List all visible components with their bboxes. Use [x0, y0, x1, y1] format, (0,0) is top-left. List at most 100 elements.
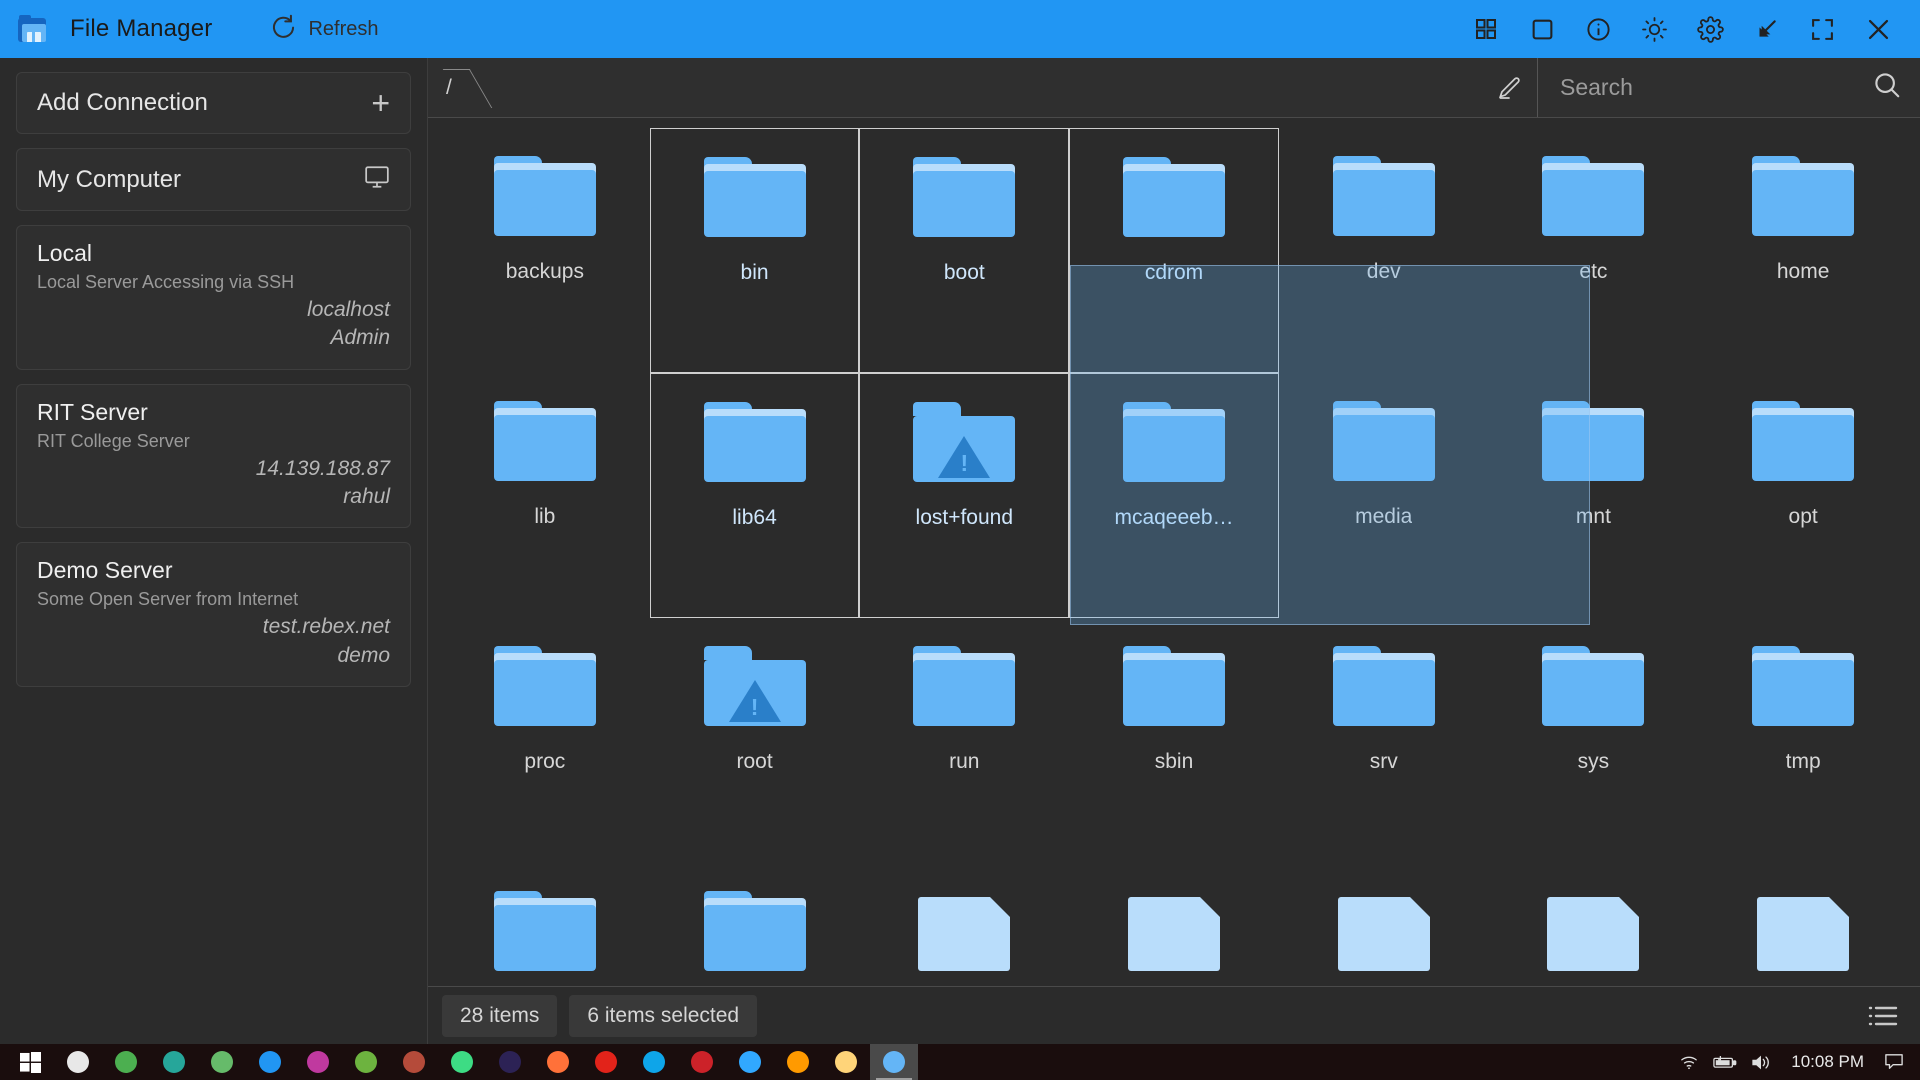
list-view-icon[interactable] [1860, 996, 1906, 1036]
file-grid-item[interactable]: home [1698, 128, 1908, 373]
connection-name: Local [37, 240, 390, 267]
file-grid-item[interactable]: !root [650, 618, 860, 863]
folder-icon [1752, 401, 1854, 481]
file-name-label: home [1777, 260, 1830, 284]
file-name-label: bin [741, 261, 769, 285]
file-name-label: cdrom [1145, 261, 1203, 285]
connection-host: test.rebex.net [37, 613, 390, 641]
file-grid-item[interactable] [1489, 863, 1699, 986]
file-grid-item[interactable]: mcaqeeeb… [1069, 373, 1279, 618]
file-grid-item[interactable]: sys [1489, 618, 1699, 863]
grid-view-icon[interactable] [1458, 1, 1514, 57]
search-icon[interactable] [1872, 70, 1902, 105]
firefox-icon[interactable] [534, 1044, 582, 1080]
sidebar-connection-rit-server[interactable]: RIT Server RIT College Server 14.139.188… [16, 384, 411, 529]
file-grid-item[interactable]: sbin [1069, 618, 1279, 863]
connection-user: demo [37, 642, 390, 670]
file-grid-item[interactable] [1279, 863, 1489, 986]
wifi-icon[interactable] [1679, 1054, 1699, 1070]
connection-host: 14.139.188.87 [37, 455, 390, 483]
add-connection-button[interactable]: Add Connection + [16, 72, 411, 134]
file-grid-item[interactable]: opt [1698, 373, 1908, 618]
snipping-tool-icon[interactable] [54, 1044, 102, 1080]
sidebar-connection-local[interactable]: Local Local Server Accessing via SSH loc… [16, 225, 411, 370]
edge-icon[interactable] [630, 1044, 678, 1080]
connection-name: RIT Server [37, 399, 390, 426]
atom-icon[interactable] [198, 1044, 246, 1080]
pencil-icon[interactable] [1481, 58, 1537, 117]
file-grid-item[interactable]: proc [440, 618, 650, 863]
app-title: File Manager [70, 15, 212, 43]
file-grid-item[interactable]: mnt [1489, 373, 1699, 618]
illustrator-icon[interactable] [774, 1044, 822, 1080]
file-grid-item[interactable]: etc [1489, 128, 1699, 373]
folder-icon [1333, 646, 1435, 726]
folder-icon [1123, 157, 1225, 237]
file-grid-item[interactable] [650, 863, 860, 986]
file-name-label: tmp [1786, 750, 1821, 774]
minimize-icon[interactable] [1738, 1, 1794, 57]
file-grid-item[interactable] [1698, 863, 1908, 986]
teal-app-icon[interactable] [150, 1044, 198, 1080]
acrobat-reader-icon[interactable] [678, 1044, 726, 1080]
file-manager-icon[interactable] [870, 1044, 918, 1080]
chrome-icon[interactable] [102, 1044, 150, 1080]
window-icon[interactable] [1514, 1, 1570, 57]
vscode-icon[interactable] [246, 1044, 294, 1080]
gimp-icon[interactable] [390, 1044, 438, 1080]
file-grid-item[interactable]: bin [650, 128, 860, 373]
file-grid-item[interactable]: run [859, 618, 1069, 863]
file-name-label: lib [534, 505, 555, 529]
sidebar-connection-demo-server[interactable]: Demo Server Some Open Server from Intern… [16, 542, 411, 687]
android-studio-icon[interactable] [438, 1044, 486, 1080]
eclipse-icon[interactable] [486, 1044, 534, 1080]
intellij-idea-icon[interactable] [294, 1044, 342, 1080]
file-grid-item[interactable] [1069, 863, 1279, 986]
file-grid-item[interactable]: boot [859, 128, 1069, 373]
content-area: / backups bin boot cdrom devetc home lib lib64!… [428, 58, 1920, 1044]
file-grid-item[interactable] [859, 863, 1069, 986]
folder-icon [494, 646, 596, 726]
opera-icon[interactable] [582, 1044, 630, 1080]
battery-charging-icon[interactable] [1713, 1055, 1737, 1070]
file-explorer-icon[interactable] [822, 1044, 870, 1080]
folder-icon [494, 401, 596, 481]
taskbar-clock[interactable]: 10:08 PM [1785, 1052, 1870, 1072]
file-grid-item[interactable]: cdrom [1069, 128, 1279, 373]
file-grid-item[interactable]: srv [1279, 618, 1489, 863]
folder-icon [913, 157, 1015, 237]
folder-icon [704, 891, 806, 971]
photoshop-icon[interactable] [726, 1044, 774, 1080]
file-grid: backups bin boot cdrom devetc home lib lib64!lo… [428, 118, 1920, 986]
search-input[interactable] [1560, 74, 1862, 101]
brightness-icon[interactable] [1626, 1, 1682, 57]
window-controls [1458, 1, 1906, 57]
gear-icon[interactable] [1682, 1, 1738, 57]
refresh-button[interactable]: Refresh [270, 13, 378, 45]
windows-start-icon[interactable] [6, 1044, 54, 1080]
file-grid-item[interactable]: lib64 [650, 373, 860, 618]
search-box[interactable] [1537, 58, 1920, 117]
file-grid-item[interactable]: lib [440, 373, 650, 618]
status-bar: 28 items 6 items selected [428, 986, 1920, 1044]
file-grid-item[interactable]: backups [440, 128, 650, 373]
file-grid-item[interactable]: dev [1279, 128, 1489, 373]
spring-icon[interactable] [342, 1044, 390, 1080]
volume-icon[interactable] [1751, 1054, 1771, 1071]
folder-warning-icon: ! [704, 646, 806, 726]
sidebar-item-my-computer[interactable]: My Computer [16, 148, 411, 211]
file-grid-item[interactable]: media [1279, 373, 1489, 618]
notification-icon[interactable] [1884, 1053, 1904, 1071]
breadcrumb-item-root[interactable]: / [428, 58, 480, 118]
file-name-label: sys [1578, 750, 1610, 774]
file-grid-scroll[interactable]: backups bin boot cdrom devetc home lib lib64!lo… [428, 118, 1920, 986]
folder-icon [1123, 402, 1225, 482]
info-icon[interactable] [1570, 1, 1626, 57]
file-grid-item[interactable]: !lost+found [859, 373, 1069, 618]
file-grid-item[interactable]: tmp [1698, 618, 1908, 863]
connection-description: Some Open Server from Internet [37, 589, 390, 610]
fullscreen-icon[interactable] [1794, 1, 1850, 57]
close-icon[interactable] [1850, 1, 1906, 57]
folder-warning-icon: ! [913, 402, 1015, 482]
file-grid-item[interactable] [440, 863, 650, 986]
